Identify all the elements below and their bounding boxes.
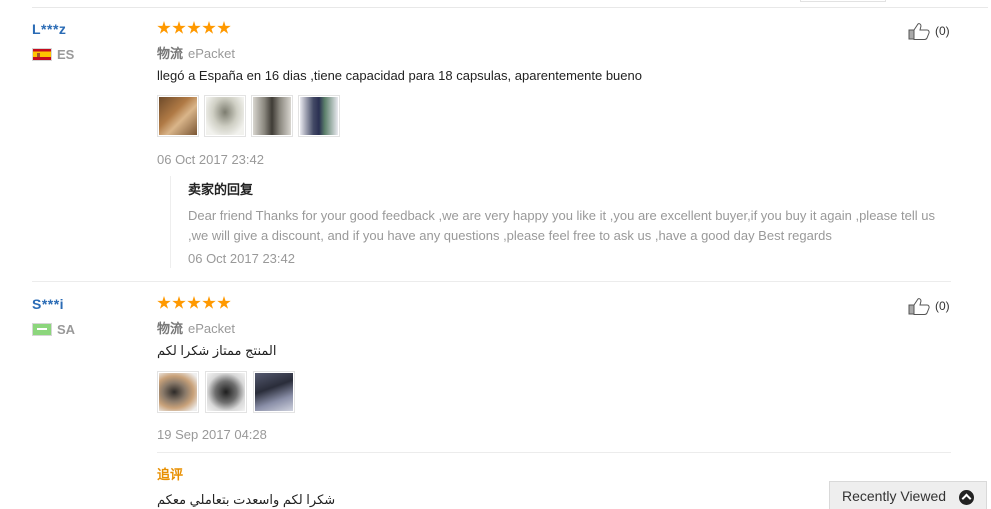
review-photo-thumbnail[interactable] [205,371,247,413]
star-icon [202,21,216,34]
top-divider [32,7,988,8]
chevron-up-circle-icon[interactable] [959,490,974,505]
review-photo-thumbnail[interactable] [253,371,295,413]
seller-reply-date: 06 Oct 2017 23:42 [188,251,295,266]
followup-label: 追评 [157,467,184,482]
star-icon [217,296,231,309]
seller-reply: 卖家的回复 Dear friend Thanks for your good f… [170,176,950,268]
review-photo-thumbnail[interactable] [251,95,293,137]
shipping-label: 物流 [157,46,184,61]
recently-viewed-label: Recently Viewed [842,487,947,504]
top-tab-edge [800,0,886,2]
shipping-method: ePacket [188,46,235,61]
star-icon [187,21,201,34]
reviewer-country: ES [32,47,74,62]
star-icon [157,21,171,34]
seller-reply-title: 卖家的回复 [188,182,254,197]
star-icon [187,296,201,309]
star-rating [157,296,231,311]
country-code: ES [57,47,75,62]
reviewer-country: SA [32,322,75,337]
saudi-arabia-flag-icon [32,323,52,336]
review-comment: المنتج ممتاز شكرا لكم [157,343,277,358]
thumbs-up-icon [908,23,930,40]
star-icon [202,296,216,309]
country-code: SA [57,322,76,337]
thumbs-up-icon [908,298,930,315]
star-icon [157,296,171,309]
reviewer-name: S***i [32,296,65,312]
review-photo-thumbnail[interactable] [298,95,340,137]
star-rating [157,21,231,36]
followup-text: شكرا لكم واسعدت بتعاملي معكم [157,492,336,507]
review-photo-thumbnail[interactable] [204,95,246,137]
review-photos [157,95,340,137]
review-date: 06 Oct 2017 23:42 [157,152,264,167]
helpful-button[interactable]: (0) [908,297,950,315]
shipping-method: ePacket [188,321,235,336]
reviewer-name: L***z [32,21,67,37]
review-comment: llegó a España en 16 dias ,tiene capacid… [157,68,642,83]
shipping-info: 物流 ePacket [157,318,235,337]
shipping-info: 物流 ePacket [157,43,235,62]
review-date: 19 Sep 2017 04:28 [157,427,267,442]
followup-divider [157,452,951,453]
review-divider [32,281,951,282]
spain-flag-icon [32,48,52,61]
star-icon [172,296,186,309]
review-photos [157,371,295,413]
helpful-count: (0) [935,299,950,313]
shipping-label: 物流 [157,321,184,336]
helpful-count: (0) [935,24,950,38]
star-icon [172,21,186,34]
star-icon [217,21,231,34]
review-photo-thumbnail[interactable] [157,371,199,413]
recently-viewed-panel-toggle[interactable]: Recently Viewed [829,481,987,509]
helpful-button[interactable]: (0) [908,22,950,40]
review-photo-thumbnail[interactable] [157,95,199,137]
seller-reply-text: Dear friend Thanks for your good feedbac… [188,208,935,243]
